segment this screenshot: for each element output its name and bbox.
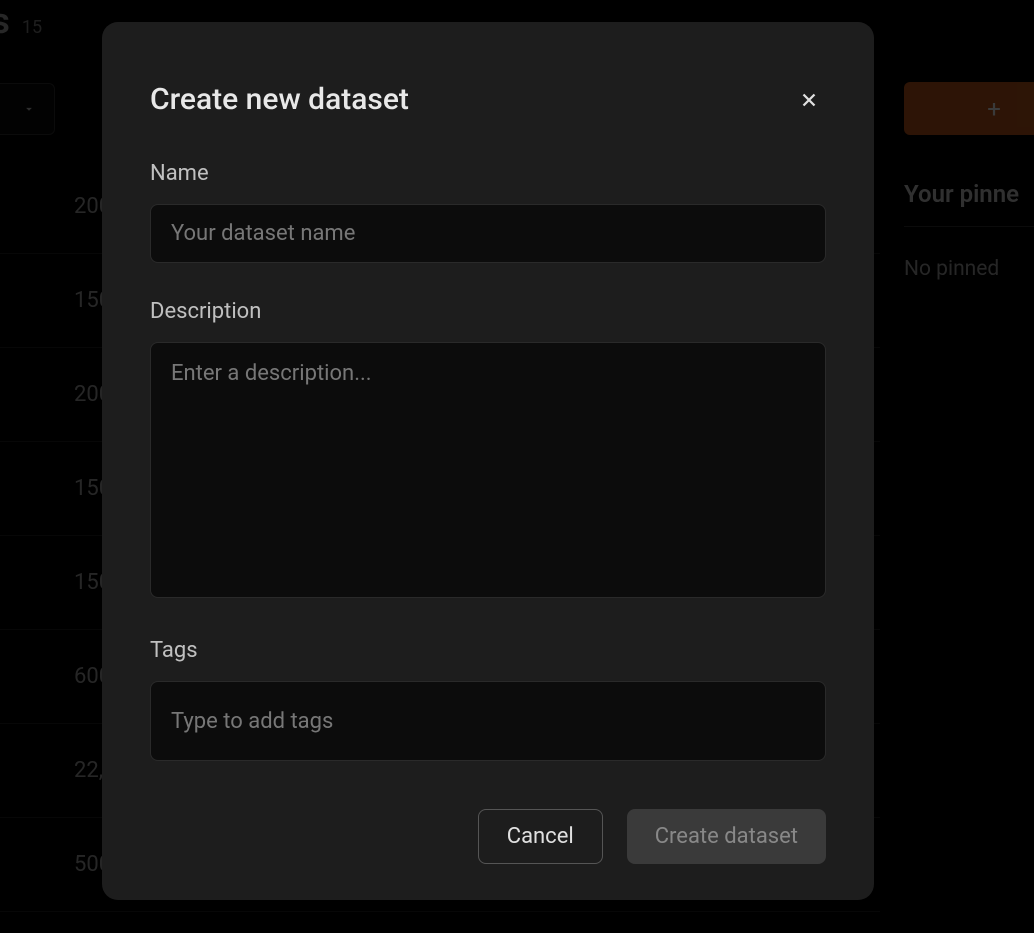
tags-field-group: Tags bbox=[150, 638, 826, 761]
tags-input-container[interactable] bbox=[150, 681, 826, 761]
close-icon bbox=[798, 89, 820, 111]
close-button[interactable] bbox=[792, 83, 826, 117]
name-label: Name bbox=[150, 161, 826, 186]
cancel-button[interactable]: Cancel bbox=[478, 809, 603, 864]
create-dataset-modal: Create new dataset Name Description Tags… bbox=[102, 22, 874, 900]
tags-label: Tags bbox=[150, 638, 826, 663]
description-input[interactable] bbox=[150, 342, 826, 598]
tags-input[interactable] bbox=[171, 709, 805, 734]
name-input[interactable] bbox=[150, 204, 826, 263]
modal-footer: Cancel Create dataset bbox=[150, 809, 826, 864]
description-field-group: Description bbox=[150, 299, 826, 602]
modal-header: Create new dataset bbox=[150, 82, 826, 117]
name-field-group: Name bbox=[150, 161, 826, 263]
modal-title: Create new dataset bbox=[150, 82, 409, 117]
create-dataset-button[interactable]: Create dataset bbox=[627, 809, 826, 864]
description-label: Description bbox=[150, 299, 826, 324]
